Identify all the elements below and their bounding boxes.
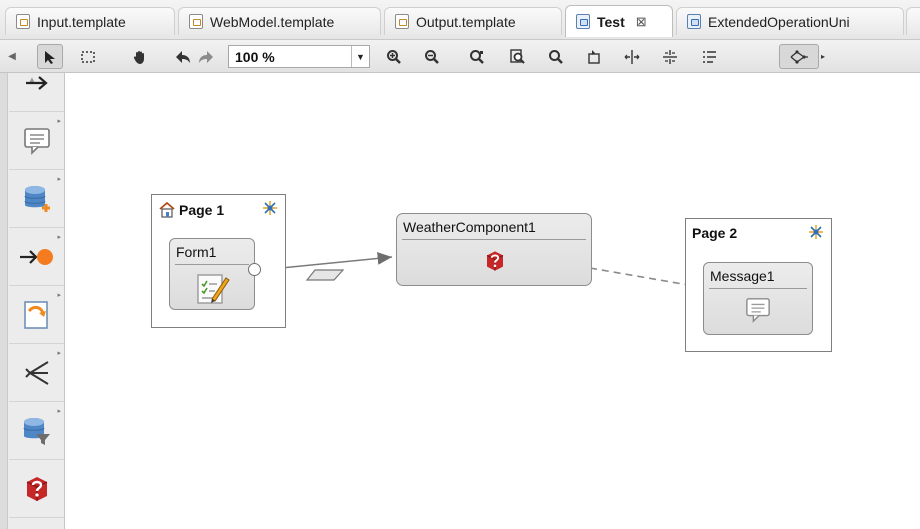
marquee-select-icon[interactable] xyxy=(75,44,101,69)
align-vertical-icon[interactable] xyxy=(657,44,683,69)
page-2[interactable]: Page 2 Message1 xyxy=(685,218,832,352)
close-icon[interactable]: ⊠ xyxy=(636,14,647,30)
module-icon xyxy=(23,301,48,329)
editor-tab-bar: Input.template WebModel.template Output.… xyxy=(0,0,920,40)
tab-webmodel-template[interactable]: WebModel.template xyxy=(178,7,381,35)
tab-label: Output.template xyxy=(416,13,516,30)
palette-ok-link[interactable]: ▸ xyxy=(9,229,64,286)
palette-message[interactable]: ▸ xyxy=(9,113,64,170)
page-title: Page 1 xyxy=(158,201,224,218)
zoom-fit-icon[interactable] xyxy=(464,44,490,69)
message-icon xyxy=(746,298,770,323)
tab-label: WebModel.template xyxy=(210,13,335,30)
more-icon: ▸ xyxy=(57,176,61,183)
diagram-toolbar: ◀ 100 % ▼ ▸ xyxy=(0,40,920,73)
operation-icon xyxy=(687,14,701,29)
tab-label: Input.template xyxy=(37,13,126,30)
more-icon: ▸ xyxy=(57,234,61,241)
palette-add-entity[interactable]: ▸ xyxy=(9,171,64,228)
page-title-text: Page 1 xyxy=(179,201,225,218)
dropdown-arrow-icon[interactable]: ▸ xyxy=(818,44,828,69)
page-title-text: Page 2 xyxy=(692,225,738,241)
form-title: Form1 xyxy=(176,244,217,260)
flow-arrow-icon xyxy=(25,76,48,90)
landmark-icon xyxy=(261,199,279,220)
message-icon xyxy=(23,128,50,155)
template-icon xyxy=(395,14,409,29)
home-icon xyxy=(159,201,175,218)
palette-module[interactable]: ▸ xyxy=(9,287,64,344)
zoom-page-icon[interactable] xyxy=(505,44,531,69)
highlight-icon[interactable] xyxy=(581,44,607,69)
weather-component-node[interactable]: WeatherComponent1 xyxy=(396,213,592,286)
ok-link-icon xyxy=(19,249,53,265)
component-icon xyxy=(26,477,47,501)
output-port[interactable] xyxy=(248,263,261,276)
tab-test[interactable]: Test ⊠ xyxy=(565,5,673,37)
tool-palette: ▲ ▸ ▸ ▸ ▸ ▸ ▸ xyxy=(0,73,65,529)
form-node[interactable]: Form1 xyxy=(169,238,255,310)
form-edit-icon xyxy=(197,274,230,304)
landmark-icon xyxy=(807,223,825,244)
database-add-icon xyxy=(24,186,50,212)
chevron-down-icon[interactable]: ▼ xyxy=(351,46,369,67)
tab-output-template[interactable]: Output.template xyxy=(384,7,562,35)
tab-extended-operation[interactable]: ExtendedOperationUni xyxy=(676,7,904,35)
align-horizontal-icon[interactable] xyxy=(619,44,645,69)
message-node[interactable]: Message1 xyxy=(703,262,813,335)
tab-label: ExtendedOperationUni xyxy=(708,13,850,30)
tab-overflow[interactable] xyxy=(906,7,920,35)
zoom-in-icon[interactable] xyxy=(381,44,407,69)
more-icon: ▸ xyxy=(57,350,61,357)
zoom-level-select[interactable]: 100 % ▼ xyxy=(228,45,370,68)
diagram-canvas[interactable]: Page 1 Form1 WeatherComponent1 Page 2 Me… xyxy=(66,74,920,529)
parameter-icon xyxy=(305,269,345,281)
palette-scroll-gutter[interactable] xyxy=(0,73,8,529)
zoom-value: 100 % xyxy=(235,48,275,65)
component-icon xyxy=(486,251,504,271)
tab-label: Test xyxy=(597,13,625,30)
palette-filter[interactable]: ▸ xyxy=(9,403,64,460)
tab-input-template[interactable]: Input.template xyxy=(5,7,175,35)
component-title: WeatherComponent1 xyxy=(403,219,536,235)
more-icon: ▸ xyxy=(57,408,61,415)
database-filter-icon xyxy=(23,418,50,445)
switch-icon xyxy=(24,361,49,385)
message-title: Message1 xyxy=(710,268,775,284)
redo-icon[interactable] xyxy=(193,44,219,69)
more-icon: ▸ xyxy=(57,292,61,299)
zoom-out-icon[interactable] xyxy=(419,44,445,69)
palette-switch[interactable]: ▸ xyxy=(9,345,64,402)
diagram-icon xyxy=(576,14,590,29)
divider xyxy=(709,288,807,289)
page-1[interactable]: Page 1 Form1 xyxy=(151,194,286,328)
list-layout-icon[interactable] xyxy=(697,44,723,69)
template-icon xyxy=(189,14,203,29)
palette-component[interactable] xyxy=(9,461,64,518)
divider xyxy=(175,264,249,265)
more-icon: ▸ xyxy=(57,118,61,125)
palette-flow-arrow[interactable] xyxy=(9,55,64,112)
hand-pan-icon[interactable] xyxy=(127,44,153,69)
divider xyxy=(402,239,586,240)
auto-layout-icon[interactable] xyxy=(779,44,819,69)
ok-link-line xyxy=(589,267,701,291)
zoom-selection-icon[interactable] xyxy=(543,44,569,69)
template-icon xyxy=(16,14,30,29)
page-title: Page 2 xyxy=(692,225,737,241)
